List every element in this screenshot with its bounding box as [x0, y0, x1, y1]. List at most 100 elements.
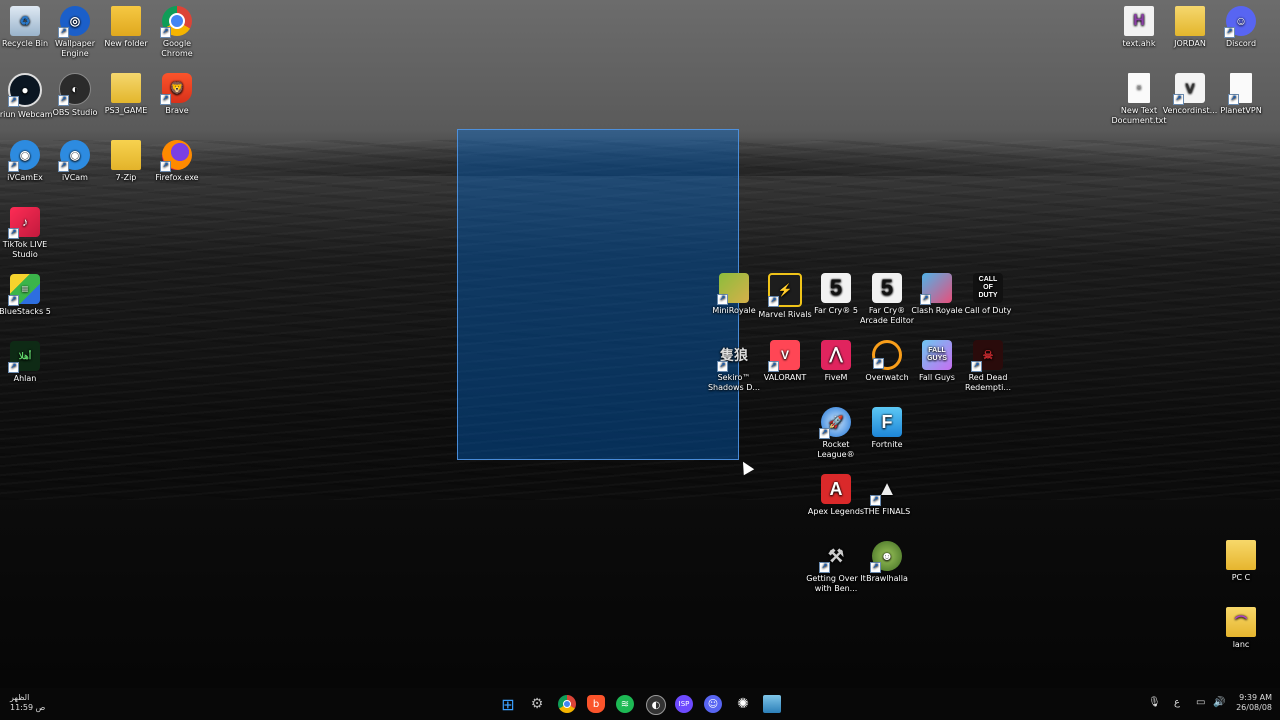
call-of-duty-icon: CALL OF DUTY: [973, 273, 1003, 303]
brave-icon[interactable]: b: [587, 695, 605, 713]
widget-line-2: 11:59 ص: [10, 703, 46, 712]
desktop-icon-fortnite[interactable]: F Fortnite: [860, 403, 914, 450]
windows-start-icon[interactable]: ⊞: [499, 695, 517, 714]
desktop-icon-bluestacks[interactable]: ≡ ↗ BlueStacks 5: [0, 270, 52, 317]
desktop-icon-call-of-duty[interactable]: CALL OF DUTY Call of Duty: [961, 269, 1015, 316]
desktop-icon-vencord[interactable]: V ↗ Vencordinst...: [1163, 69, 1217, 116]
desktop-icon-new-folder[interactable]: New folder: [99, 2, 153, 49]
clock-time: 9:39 AM: [1239, 693, 1272, 702]
desktop-icon-valorant[interactable]: V ↗ VALORANT: [758, 336, 812, 383]
desktop-icon-planetvpn[interactable]: ↗ PlanetVPN: [1214, 69, 1268, 116]
desktop-icon-google-chrome[interactable]: ↗ Google Chrome: [150, 2, 204, 59]
desktop-icon-wallpaper-engine[interactable]: ◎ ↗ Wallpaper Engine: [48, 2, 102, 59]
desktop-icon-sekiro[interactable]: 隻狼 ↗ Sekiro™ Shadows D...: [707, 336, 761, 393]
obs-studio-icon: ◐ ↗: [58, 73, 91, 106]
getting-over-it-icon: ⚒ ↗: [819, 541, 851, 573]
desktop-icon-jordan[interactable]: JORDAN: [1163, 2, 1217, 49]
steam-icon[interactable]: ✺: [734, 695, 752, 713]
folder-icon: [1175, 6, 1205, 36]
folder-icon: [1226, 540, 1256, 570]
iriun-webcam-icon: ● ↗: [8, 73, 42, 107]
far-cry-5-icon: 5: [872, 273, 902, 303]
widget-line-1: الظهر: [10, 693, 30, 702]
discord-icon[interactable]: ☺: [704, 695, 722, 713]
icon-label: lanc: [1232, 640, 1250, 649]
ahlan-icon: أهلا ↗: [8, 341, 40, 373]
icon-label: Red Dead Redempti...: [965, 373, 1011, 392]
ivcam-icon: ◉ ↗: [58, 140, 90, 172]
firefox-icon: ↗: [160, 140, 192, 172]
icon-label: THE FINALS: [863, 507, 911, 516]
bluestacks-icon: ≡ ↗: [8, 274, 40, 306]
clock[interactable]: 9:39 AM 26/08/08: [1236, 693, 1272, 713]
clash-royale-icon: ↗: [920, 273, 952, 305]
desktop-icon-pc-c[interactable]: PC C: [1214, 536, 1268, 583]
text-file-icon: ≡: [1128, 73, 1150, 103]
folder-icon: [111, 73, 141, 103]
protonvpn-icon[interactable]: ISP: [675, 695, 693, 713]
desktop-icon-the-finals[interactable]: ▲ ↗ THE FINALS: [860, 470, 914, 517]
folder-icon: ⌒: [1226, 607, 1256, 637]
desktop-icon-discord[interactable]: ☺ ↗ Discord: [1214, 2, 1268, 49]
overwatch-icon: ↗: [872, 340, 902, 370]
icon-label: Brave: [165, 106, 189, 115]
desktop-icon-marvel-rivals[interactable]: ⚡ ↗ Marvel Rivals: [758, 269, 812, 320]
settings-icon[interactable]: ⚙: [528, 695, 546, 713]
chrome-icon: ↗: [160, 6, 192, 38]
obs-studio-icon[interactable]: ◐: [646, 695, 666, 715]
language-indicator[interactable]: ع: [1174, 697, 1180, 708]
ivcam-icon: ◉ ↗: [8, 140, 40, 172]
fall-guys-icon: FALL GUYS: [922, 340, 952, 370]
desktop-icon-far-cry-arcade[interactable]: 5 Far Cry® Arcade Editor: [860, 269, 914, 326]
desktop-icon-ivcam[interactable]: ◉ ↗ iVCam: [48, 136, 102, 183]
valorant-icon: V ↗: [768, 340, 800, 372]
spotify-icon[interactable]: ≋: [616, 695, 634, 713]
brawlhalla-icon: ☻ ↗: [870, 541, 902, 573]
icon-label: TikTok LIVE Studio: [2, 240, 48, 259]
desktop-icon-brave[interactable]: 🦁 ↗ Brave: [150, 69, 204, 116]
desktop-icon-fivem[interactable]: ⋀ FiveM: [809, 336, 863, 383]
taskbar: الظهر 11:59 ص ⊞ ⚙ b ≋ ◐ ISP ☺ ✺ 🎙 ع ▭ 🔊 …: [0, 688, 1280, 720]
icon-label: Fortnite: [871, 440, 903, 449]
desktop-icon-ahlan[interactable]: أهلا ↗ Ahlan: [0, 337, 52, 384]
desktop-icon-clash-royale[interactable]: ↗ Clash Royale: [910, 269, 964, 316]
taskbar-widget[interactable]: الظهر 11:59 ص: [10, 693, 45, 713]
fortnite-icon: F: [872, 407, 902, 437]
ahk-file-icon: H: [1124, 6, 1154, 36]
desktop-icon-lanc[interactable]: ⌒ lanc: [1214, 603, 1268, 650]
far-cry-5-icon: 5: [821, 273, 851, 303]
desktop-icon-apex[interactable]: A Apex Legends: [808, 470, 864, 517]
desktop-icon-7zip[interactable]: 7-Zip: [99, 136, 153, 183]
blank-file-icon: ↗: [1228, 73, 1252, 105]
desktop-icon-new-text-document[interactable]: ≡ New Text Document.txt: [1112, 69, 1167, 126]
desktop-icon-overwatch[interactable]: ↗ Overwatch: [860, 336, 914, 383]
desktop-icon-getting-over-it[interactable]: ⚒ ↗ Getting Over It with Ben...: [806, 537, 866, 594]
network-icon[interactable]: ▭: [1196, 697, 1205, 708]
desktop-icon-firefox[interactable]: ↗ Firefox.exe: [150, 136, 204, 183]
desktop-icon-fall-guys[interactable]: FALL GUYS Fall Guys: [910, 336, 964, 383]
apex-icon: A: [821, 474, 851, 504]
drag-selection-rectangle: [457, 129, 739, 460]
folder-icon: [111, 6, 141, 36]
icon-label: Brawlhalla: [866, 574, 908, 583]
microphone-icon[interactable]: 🎙: [1148, 697, 1161, 708]
desktop-icon-obs-studio[interactable]: ◐ ↗ OBS Studio: [48, 69, 102, 118]
desktop-icon-tiktok-live[interactable]: ♪ ↗ TikTok LIVE Studio: [0, 203, 52, 260]
desktop-icon-rocket-league[interactable]: 🚀 ↗ Rocket League®: [809, 403, 863, 460]
desktop-icon-brawlhalla[interactable]: ☻ ↗ Brawlhalla: [860, 537, 914, 584]
icon-label: Firefox.exe: [155, 173, 199, 182]
desktop-icon-ps3-game[interactable]: PS3_GAME: [99, 69, 153, 116]
wallpaper-engine-icon: ◎ ↗: [58, 6, 90, 38]
desktop-icon-text-ahk[interactable]: H text.ahk: [1112, 2, 1166, 49]
miniroyale-icon: ↗: [717, 273, 749, 305]
icon-label: Ahlan: [13, 374, 37, 383]
recycle-bin-icon: ♻: [10, 6, 40, 36]
desktop-icon-red-dead[interactable]: ☠ ↗ Red Dead Redempti...: [961, 336, 1015, 393]
desktop-icon-miniroyale[interactable]: ↗ MiniRoyale: [707, 269, 761, 316]
clock-date: 26/08/08: [1236, 703, 1272, 712]
file-manager-icon[interactable]: [763, 695, 781, 713]
icon-label: PC C: [1231, 573, 1251, 582]
volume-icon[interactable]: 🔊: [1213, 697, 1225, 708]
desktop-icon-far-cry-5[interactable]: 5 Far Cry® 5: [809, 269, 863, 316]
chrome-icon[interactable]: [558, 695, 576, 713]
